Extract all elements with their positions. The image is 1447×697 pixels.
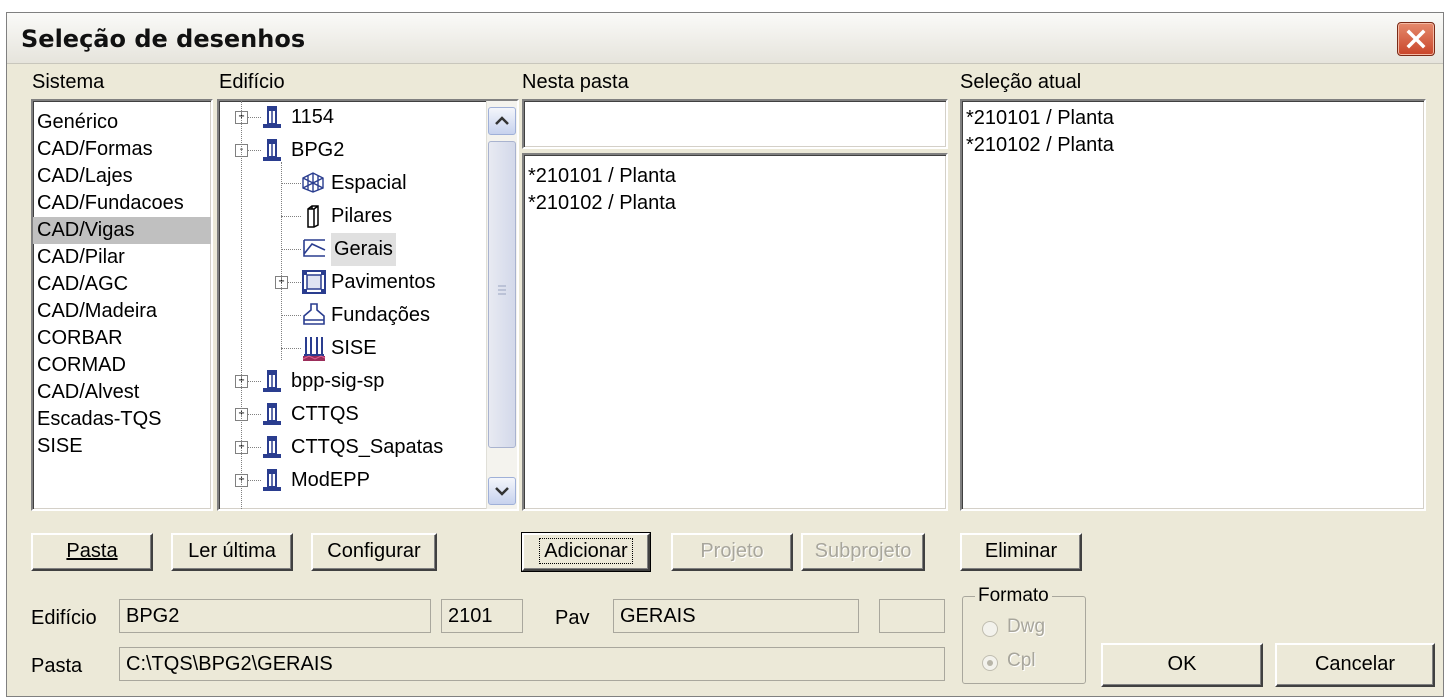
- edificio-field-label: Edifício: [31, 607, 97, 629]
- sistema-item[interactable]: CORBAR: [33, 325, 211, 352]
- sistema-item[interactable]: CAD/Formas: [33, 136, 211, 163]
- close-button[interactable]: [1397, 22, 1435, 56]
- sistema-item[interactable]: CAD/Vigas: [33, 217, 211, 244]
- tree-item-label: CTTQS: [291, 403, 359, 425]
- nesta-pasta-filter[interactable]: [522, 99, 948, 149]
- tree-item-label: ModEPP: [291, 469, 370, 491]
- numero-field[interactable]: 2101: [441, 599, 523, 633]
- dialog-title: Seleção de desenhos: [21, 25, 306, 53]
- tree-item-label: Fundações: [331, 304, 430, 326]
- sistema-item[interactable]: CORMAD: [33, 352, 211, 379]
- tree-item[interactable]: + ModEPP: [219, 464, 489, 497]
- sistema-item[interactable]: SISE: [33, 433, 211, 460]
- eliminar-button[interactable]: Eliminar: [960, 533, 1082, 571]
- ler-ultima-button[interactable]: Ler última: [171, 533, 293, 571]
- edificio-tree[interactable]: +1154- BPG2 Espacial Pilares Gerais + Paviment…: [217, 99, 519, 511]
- tree-item-label: Espacial: [331, 172, 407, 194]
- selecao-dialog: Seleção de desenhos Sistema Edifício Nes…: [6, 12, 1444, 697]
- edificio-tree-label: Edifício: [219, 71, 285, 93]
- tree-item[interactable]: + CTTQS_Sapatas: [219, 431, 489, 464]
- chevron-down-icon: [495, 487, 509, 496]
- ok-button[interactable]: OK: [1101, 643, 1263, 687]
- configurar-button[interactable]: Configurar: [311, 533, 437, 571]
- pasta-field[interactable]: C:\TQS\BPG2\GERAIS: [119, 647, 945, 681]
- tree-item-label: SISE: [331, 337, 377, 359]
- radio-cpl-label: Cpl: [1007, 650, 1036, 671]
- tree-item[interactable]: Fundações: [219, 299, 489, 332]
- title-bar[interactable]: Seleção de desenhos: [7, 13, 1443, 64]
- pasta-button[interactable]: Pasta: [31, 533, 153, 571]
- building-icon: [261, 467, 283, 504]
- tree-item-label: BPG2: [291, 139, 345, 161]
- projeto-button[interactable]: Projeto: [671, 533, 793, 571]
- sistema-item[interactable]: CAD/Lajes: [33, 163, 211, 190]
- subprojeto-button[interactable]: Subprojeto: [801, 533, 925, 571]
- formato-title: Formato: [975, 585, 1052, 607]
- tree-item-label: bpp-sig-sp: [291, 370, 385, 392]
- tree-item[interactable]: Gerais: [219, 233, 489, 266]
- sistema-item[interactable]: Genérico: [33, 109, 211, 136]
- sistema-label: Sistema: [32, 71, 105, 93]
- tree-item[interactable]: - BPG2: [219, 134, 489, 167]
- chevron-up-icon: [495, 116, 509, 125]
- radio-dwg[interactable]: [982, 621, 998, 637]
- tree-item[interactable]: + CTTQS: [219, 398, 489, 431]
- scroll-up-button[interactable]: [488, 107, 516, 135]
- tree-item-label: Pavimentos: [331, 271, 436, 293]
- adicionar-button[interactable]: Adicionar: [521, 532, 651, 572]
- nesta-pasta-label: Nesta pasta: [522, 71, 629, 93]
- tree-item[interactable]: Pilares: [219, 200, 489, 233]
- pav-label: Pav: [555, 607, 590, 629]
- tree-item-label: CTTQS_Sapatas: [291, 436, 444, 458]
- tree-item-label: 1154: [291, 106, 335, 128]
- tree-item[interactable]: +1154: [219, 101, 489, 134]
- scroll-thumb[interactable]: [488, 141, 516, 448]
- tree-item[interactable]: SISE: [219, 332, 489, 365]
- sistema-item[interactable]: CAD/Fundacoes: [33, 190, 211, 217]
- grip-icon: [498, 285, 506, 295]
- tree-scrollbar[interactable]: [486, 101, 517, 509]
- sistema-item[interactable]: CAD/AGC: [33, 271, 211, 298]
- tree-item-label: Pilares: [331, 205, 393, 227]
- nesta-pasta-listbox[interactable]: *210101 / Planta *210102 / Planta: [522, 153, 948, 511]
- sistema-item[interactable]: CAD/Pilar: [33, 244, 211, 271]
- radio-dwg-label: Dwg: [1007, 616, 1046, 637]
- tree-item[interactable]: + Pavimentos: [219, 266, 489, 299]
- selecao-atual-listbox[interactable]: *210101 / Planta *210102 / Planta: [960, 99, 1426, 511]
- selecao-atual-item[interactable]: *210101 / Planta: [962, 105, 1424, 132]
- sistema-item[interactable]: CAD/Alvest: [33, 379, 211, 406]
- pav-field[interactable]: GERAIS: [613, 599, 859, 633]
- extra-field[interactable]: [879, 599, 945, 633]
- tree-item[interactable]: + bpp-sig-sp: [219, 365, 489, 398]
- radio-cpl[interactable]: [982, 655, 998, 671]
- nesta-pasta-item[interactable]: *210101 / Planta: [524, 163, 946, 190]
- sistema-item[interactable]: Escadas-TQS: [33, 406, 211, 433]
- scroll-down-button[interactable]: [488, 477, 516, 505]
- sistema-listbox[interactable]: Genérico CAD/Formas CAD/Lajes CAD/Fundacoes…: [31, 99, 213, 511]
- cancelar-button[interactable]: Cancelar: [1275, 643, 1435, 687]
- edificio-field[interactable]: BPG2: [119, 599, 431, 633]
- close-icon: [1406, 29, 1426, 49]
- tree-item-label: Gerais: [331, 233, 396, 266]
- tree-item[interactable]: Espacial: [219, 167, 489, 200]
- selecao-atual-label: Seleção atual: [960, 71, 1082, 93]
- selecao-atual-item[interactable]: *210102 / Planta: [962, 132, 1424, 159]
- nesta-pasta-item[interactable]: *210102 / Planta: [524, 190, 946, 217]
- sistema-item[interactable]: CAD/Madeira: [33, 298, 211, 325]
- pasta-field-label: Pasta: [31, 655, 83, 677]
